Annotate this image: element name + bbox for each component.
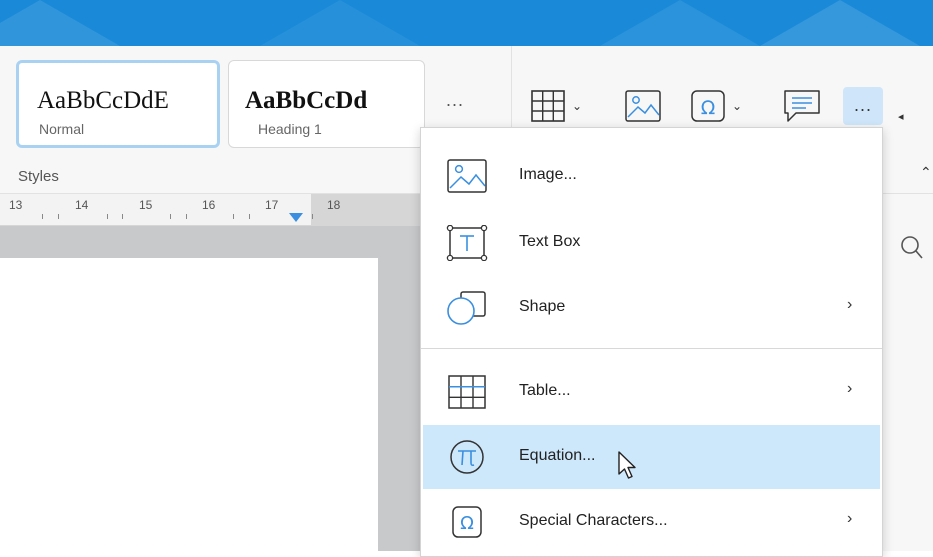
style-name: Heading 1	[258, 121, 322, 137]
ruler-number: 18	[327, 198, 341, 212]
svg-text:Ω: Ω	[460, 513, 474, 534]
text-box-icon	[446, 225, 488, 261]
svg-text:Ω: Ω	[701, 97, 716, 119]
shape-icon	[447, 291, 486, 325]
ruler-number: 15	[139, 198, 153, 212]
style-sample: AaBbCcDd	[245, 87, 368, 114]
menu-item-label: Table...	[519, 382, 571, 399]
table-icon	[531, 90, 565, 122]
submenu-arrow-icon: ›	[847, 380, 853, 397]
submenu-arrow-icon: ›	[847, 296, 853, 313]
horizontal-ruler[interactable]: 13 14 15 16 17 18	[0, 194, 420, 226]
insert-table-button[interactable]: ⌄	[530, 88, 582, 124]
collapse-ribbon-icon[interactable]: ⌃	[920, 164, 932, 181]
title-bar	[0, 0, 933, 46]
ruler-number: 13	[9, 198, 23, 212]
menu-item-equation[interactable]: Equation...	[423, 425, 880, 489]
chevron-down-icon: ⌄	[572, 99, 583, 113]
menu-divider	[421, 348, 882, 349]
menu-item-label: Shape	[519, 298, 566, 315]
indent-marker[interactable]	[289, 213, 303, 222]
styles-group-label: Styles	[18, 168, 59, 185]
insert-symbol-button[interactable]: Ω ⌄	[690, 88, 742, 124]
chevron-down-icon: ⌄	[732, 99, 743, 113]
document-canvas	[0, 226, 420, 551]
menu-item-label: Text Box	[519, 233, 581, 250]
styles-more-button[interactable]: ...	[446, 90, 464, 111]
comment-icon	[784, 90, 820, 122]
omega-icon: Ω	[452, 506, 482, 538]
menu-item-special-characters[interactable]: Ω Special Characters... ›	[423, 490, 880, 554]
ruler-number: 16	[202, 198, 216, 212]
insert-comment-button[interactable]	[782, 88, 822, 124]
insert-image-button[interactable]	[624, 88, 662, 124]
style-heading1-card[interactable]: AaBbCcDd Heading 1	[228, 60, 425, 148]
menu-item-label: Equation...	[519, 447, 596, 464]
style-name: Normal	[39, 121, 85, 137]
menu-item-image[interactable]: Image...	[423, 144, 880, 208]
menu-item-label: Special Characters...	[519, 512, 668, 529]
menu-item-label: Image...	[519, 166, 577, 183]
more-insert-button[interactable]: ...	[843, 87, 883, 125]
search-icon[interactable]	[900, 234, 924, 262]
insert-dropdown-menu: Image... Text Box Shape › Table... › Equ…	[420, 127, 883, 557]
style-normal-card[interactable]: AaBbCcDdE Normal	[16, 60, 220, 148]
style-sample: AaBbCcDdE	[37, 87, 169, 114]
mouse-pointer-icon	[618, 451, 636, 479]
pi-icon	[450, 440, 484, 474]
menu-item-shape[interactable]: Shape ›	[423, 276, 880, 340]
menu-item-text-box[interactable]: Text Box	[423, 211, 880, 275]
ribbon-scroll-left-icon[interactable]: ◂	[898, 110, 904, 123]
submenu-arrow-icon: ›	[847, 510, 853, 527]
table-icon	[448, 375, 486, 409]
ruler-number: 14	[75, 198, 89, 212]
omega-icon: Ω	[691, 90, 725, 122]
menu-item-table[interactable]: Table... ›	[423, 360, 880, 424]
document-page[interactable]	[0, 258, 378, 551]
ruler-number: 17	[265, 198, 279, 212]
image-icon	[447, 159, 487, 193]
image-icon	[625, 90, 661, 122]
